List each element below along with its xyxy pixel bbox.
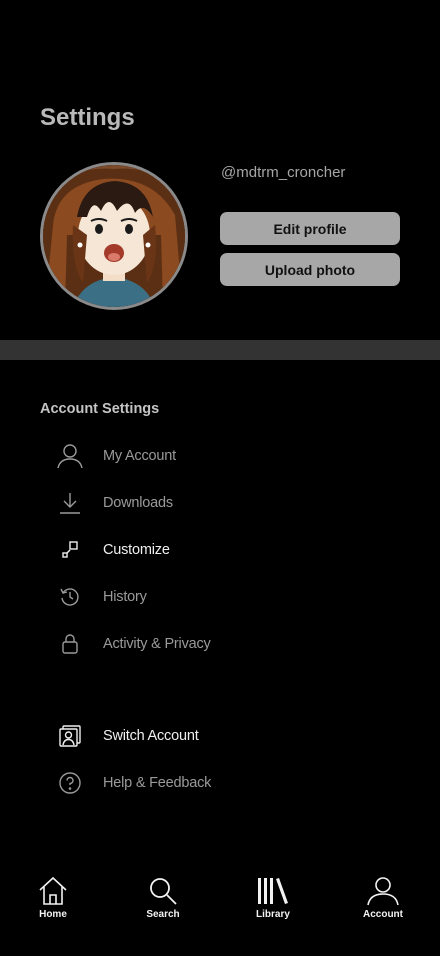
user-icon xyxy=(52,436,88,476)
download-icon xyxy=(52,483,88,523)
nav-label: Home xyxy=(39,909,67,920)
switch-account-icon xyxy=(52,716,88,756)
menu-item-label: My Account xyxy=(103,448,176,464)
menu-item-switch-account[interactable]: Switch Account xyxy=(52,716,392,756)
menu-item-customize[interactable]: Customize xyxy=(52,530,392,570)
nav-search[interactable]: Search xyxy=(123,874,203,930)
account-icon xyxy=(366,874,400,906)
menu-item-my-account[interactable]: My Account xyxy=(52,436,392,476)
bottom-navigation: Home Search Library Account xyxy=(0,870,440,956)
menu-item-activity-privacy[interactable]: Activity & Privacy xyxy=(52,624,392,664)
section-divider xyxy=(0,340,440,360)
menu-item-downloads[interactable]: Downloads xyxy=(52,483,392,523)
menu-item-label: History xyxy=(103,589,147,605)
account-settings-heading: Account Settings xyxy=(40,401,160,417)
history-icon xyxy=(52,577,88,617)
page-title: Settings xyxy=(40,104,135,131)
menu-item-label: Help & Feedback xyxy=(103,775,212,791)
library-icon xyxy=(256,874,290,906)
search-icon xyxy=(148,874,178,906)
nav-label: Account xyxy=(363,909,403,920)
help-icon xyxy=(52,763,88,803)
customize-icon xyxy=(52,530,88,570)
nav-account[interactable]: Account xyxy=(343,874,423,930)
nav-label: Search xyxy=(146,909,180,920)
profile-avatar[interactable] xyxy=(40,162,188,310)
username: @mdtrm_croncher xyxy=(221,164,346,181)
edit-profile-button[interactable]: Edit profile xyxy=(220,212,400,245)
nav-library[interactable]: Library xyxy=(233,874,313,930)
nav-home[interactable]: Home xyxy=(13,874,93,930)
upload-photo-button[interactable]: Upload photo xyxy=(220,253,400,286)
home-icon xyxy=(38,874,68,906)
menu-item-history[interactable]: History xyxy=(52,577,392,617)
menu-item-help-feedback[interactable]: Help & Feedback xyxy=(52,763,392,803)
lock-icon xyxy=(52,624,88,664)
menu-item-label: Customize xyxy=(103,542,170,558)
menu-item-label: Activity & Privacy xyxy=(103,636,211,652)
menu-item-label: Switch Account xyxy=(103,728,199,744)
menu-item-label: Downloads xyxy=(103,495,173,511)
nav-label: Library xyxy=(256,909,290,920)
